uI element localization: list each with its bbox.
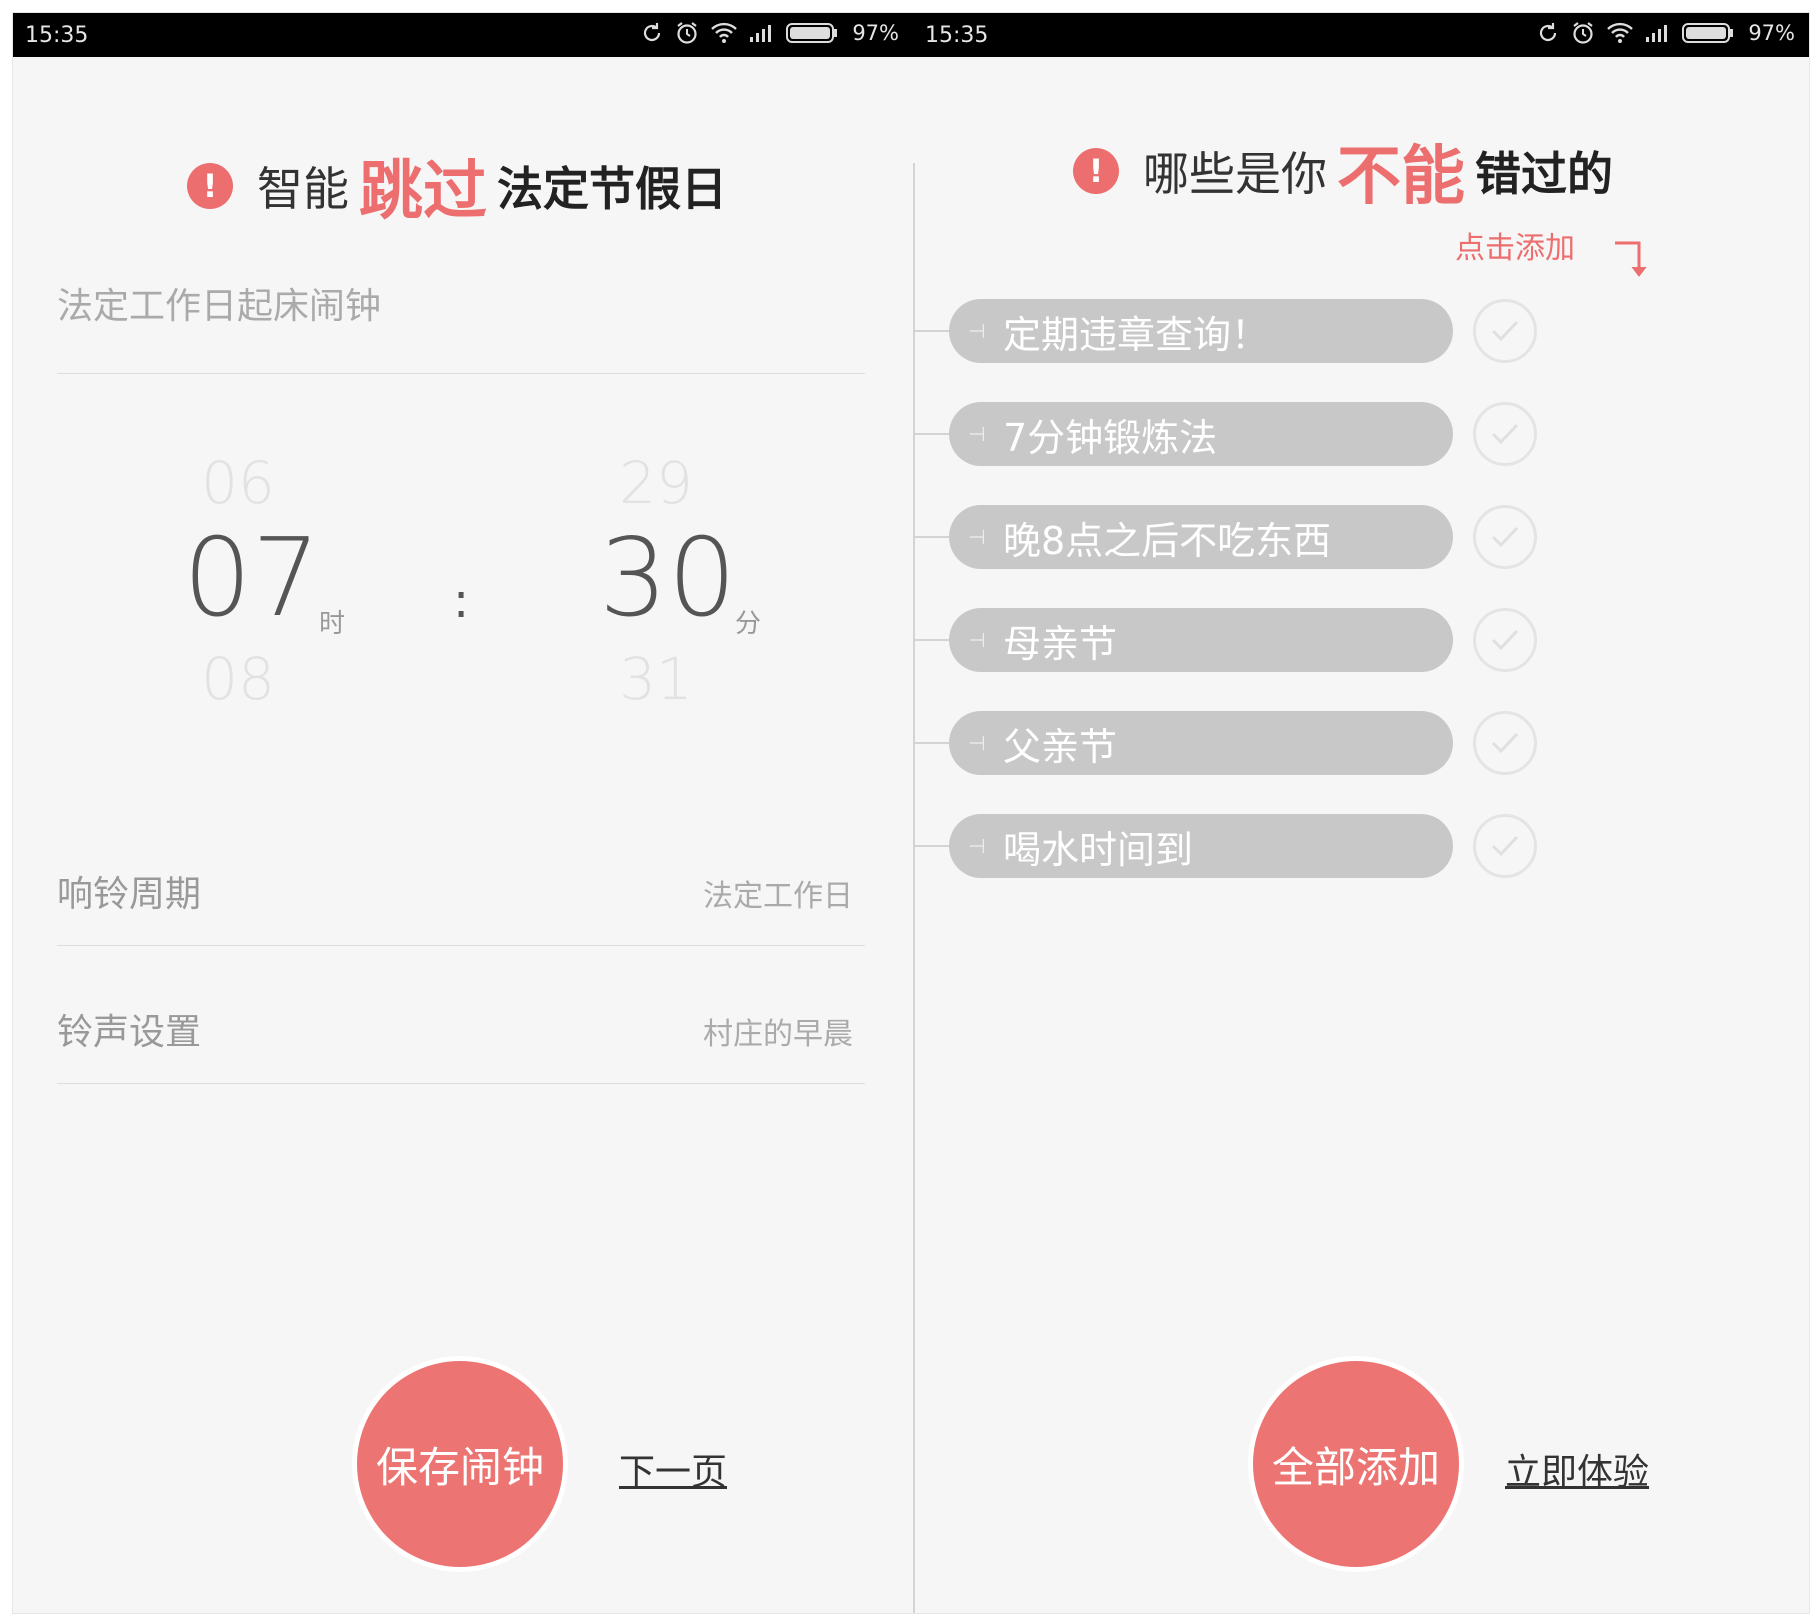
alert-icon: !: [187, 163, 233, 209]
signal-icon: [1646, 25, 1668, 42]
timeline-connector: [913, 845, 951, 847]
alarm-name-input[interactable]: 法定工作日起床闹钟: [57, 277, 381, 329]
battery-icon: [1682, 23, 1734, 43]
signal-icon: [750, 25, 772, 42]
next-page-link[interactable]: 下一页: [619, 1443, 727, 1495]
reminders-screen: 15:35 97% ! 哪些是你 不能 错过的 点击添加 ⊣ 定期违章查询！ ⊣…: [913, 13, 1809, 1613]
wifi-icon: [1607, 22, 1634, 43]
alarm-screen: 15:35 97% ! 智能 跳过 法定节假日 法定工作日起床闹钟 06 07 …: [13, 13, 913, 1613]
reminder-label: 喝水时间到: [1003, 827, 1194, 872]
add-check-button[interactable]: [1473, 505, 1537, 569]
status-time: 15:35: [925, 23, 989, 48]
status-bar: 15:35 97%: [913, 13, 1809, 57]
alarm-icon: [677, 22, 697, 44]
timeline-connector: [913, 536, 951, 538]
sync-icon: [644, 23, 661, 42]
ring-cycle-value: 法定工作日: [703, 879, 853, 914]
minute-picker[interactable]: 29 30 31: [599, 449, 737, 715]
handle-icon: ⊣: [968, 628, 986, 652]
status-time: 15:35: [25, 23, 89, 48]
minute-next: 31: [619, 645, 693, 713]
handle-icon: ⊣: [968, 525, 986, 549]
try-now-link[interactable]: 立即体验: [1505, 1443, 1649, 1495]
arrow-down-icon: [1615, 241, 1647, 277]
timeline-connector: [913, 330, 951, 332]
timeline-connector: [913, 433, 951, 435]
add-check-button[interactable]: [1473, 299, 1537, 363]
title-post: 法定节假日: [497, 162, 727, 216]
divider: [57, 373, 865, 374]
check-icon: [1491, 320, 1519, 342]
hour-picker[interactable]: 06 07 08: [183, 449, 321, 715]
tap-to-add-hint: 点击添加: [1455, 231, 1575, 266]
title-highlight: 不能: [1337, 140, 1465, 214]
page-title: ! 哪些是你 不能 错过的: [1073, 125, 1613, 217]
timeline-line: [913, 163, 915, 1613]
list-item: ⊣ 晚8点之后不吃东西: [913, 505, 1537, 569]
handle-icon: ⊣: [968, 731, 986, 755]
divider: [57, 1083, 865, 1084]
ring-cycle-label: 响铃周期: [57, 874, 202, 915]
battery-percent: 97%: [852, 21, 899, 45]
hour-current: 07: [183, 516, 321, 641]
check-icon: [1491, 835, 1519, 857]
hour-unit: 时: [319, 609, 346, 639]
reminder-pill[interactable]: ⊣ 晚8点之后不吃东西: [949, 505, 1453, 569]
check-icon: [1491, 629, 1519, 651]
alert-icon: !: [1073, 148, 1119, 194]
sync-icon: [1540, 23, 1557, 42]
minute-prev: 29: [619, 449, 693, 517]
title-post: 错过的: [1475, 147, 1613, 201]
status-icons: 97%: [640, 20, 899, 46]
add-check-button[interactable]: [1473, 711, 1537, 775]
handle-icon: ⊣: [968, 319, 986, 343]
list-item: ⊣ 定期违章查询！: [913, 299, 1537, 363]
battery-icon: [786, 23, 838, 43]
timeline-connector: [913, 742, 951, 744]
check-icon: [1491, 526, 1519, 548]
reminder-pill[interactable]: ⊣ 父亲节: [949, 711, 1453, 775]
ringtone-label: 铃声设置: [57, 1012, 202, 1053]
reminder-label: 定期违章查询！: [1003, 312, 1270, 357]
reminder-label: 父亲节: [1003, 724, 1118, 769]
add-check-button[interactable]: [1473, 814, 1537, 878]
reminder-label: 母亲节: [1003, 621, 1118, 666]
minute-current: 30: [599, 516, 737, 641]
list-item: ⊣ 7分钟锻炼法: [913, 402, 1537, 466]
hour-prev: 06: [201, 449, 275, 517]
add-all-button[interactable]: 全部添加: [1253, 1361, 1459, 1567]
list-item: ⊣ 喝水时间到: [913, 814, 1537, 878]
add-check-button[interactable]: [1473, 608, 1537, 672]
check-icon: [1491, 423, 1519, 445]
list-item: ⊣ 父亲节: [913, 711, 1537, 775]
time-separator: :: [453, 573, 470, 629]
alarm-icon: [1573, 22, 1593, 44]
reminder-pill[interactable]: ⊣ 喝水时间到: [949, 814, 1453, 878]
handle-icon: ⊣: [968, 422, 986, 446]
title-pre: 智能: [257, 162, 349, 216]
handle-icon: ⊣: [968, 834, 986, 858]
ringtone-value: 村庄的早晨: [703, 1017, 853, 1052]
add-check-button[interactable]: [1473, 402, 1537, 466]
title-pre: 哪些是你: [1143, 147, 1327, 201]
status-icons: 97%: [1536, 20, 1795, 46]
check-icon: [1491, 732, 1519, 754]
page-title: ! 智能 跳过 法定节假日: [187, 140, 727, 232]
divider: [57, 945, 865, 946]
screenshot-frame: 15:35 97% ! 智能 跳过 法定节假日 法定工作日起床闹钟 06 07 …: [12, 12, 1810, 1614]
reminder-pill[interactable]: ⊣ 母亲节: [949, 608, 1453, 672]
list-item: ⊣ 母亲节: [913, 608, 1537, 672]
status-bar: 15:35 97%: [13, 13, 913, 57]
save-alarm-button[interactable]: 保存闹钟: [357, 1361, 563, 1567]
reminder-pill[interactable]: ⊣ 定期违章查询！: [949, 299, 1453, 363]
reminder-label: 晚8点之后不吃东西: [1003, 518, 1332, 563]
battery-percent: 97%: [1748, 21, 1795, 45]
reminder-pill[interactable]: ⊣ 7分钟锻炼法: [949, 402, 1453, 466]
title-highlight: 跳过: [359, 155, 487, 229]
hour-next: 08: [201, 645, 275, 713]
reminder-label: 7分钟锻炼法: [1003, 415, 1218, 460]
timeline-connector: [913, 639, 951, 641]
wifi-icon: [711, 22, 738, 43]
minute-unit: 分: [735, 609, 762, 639]
